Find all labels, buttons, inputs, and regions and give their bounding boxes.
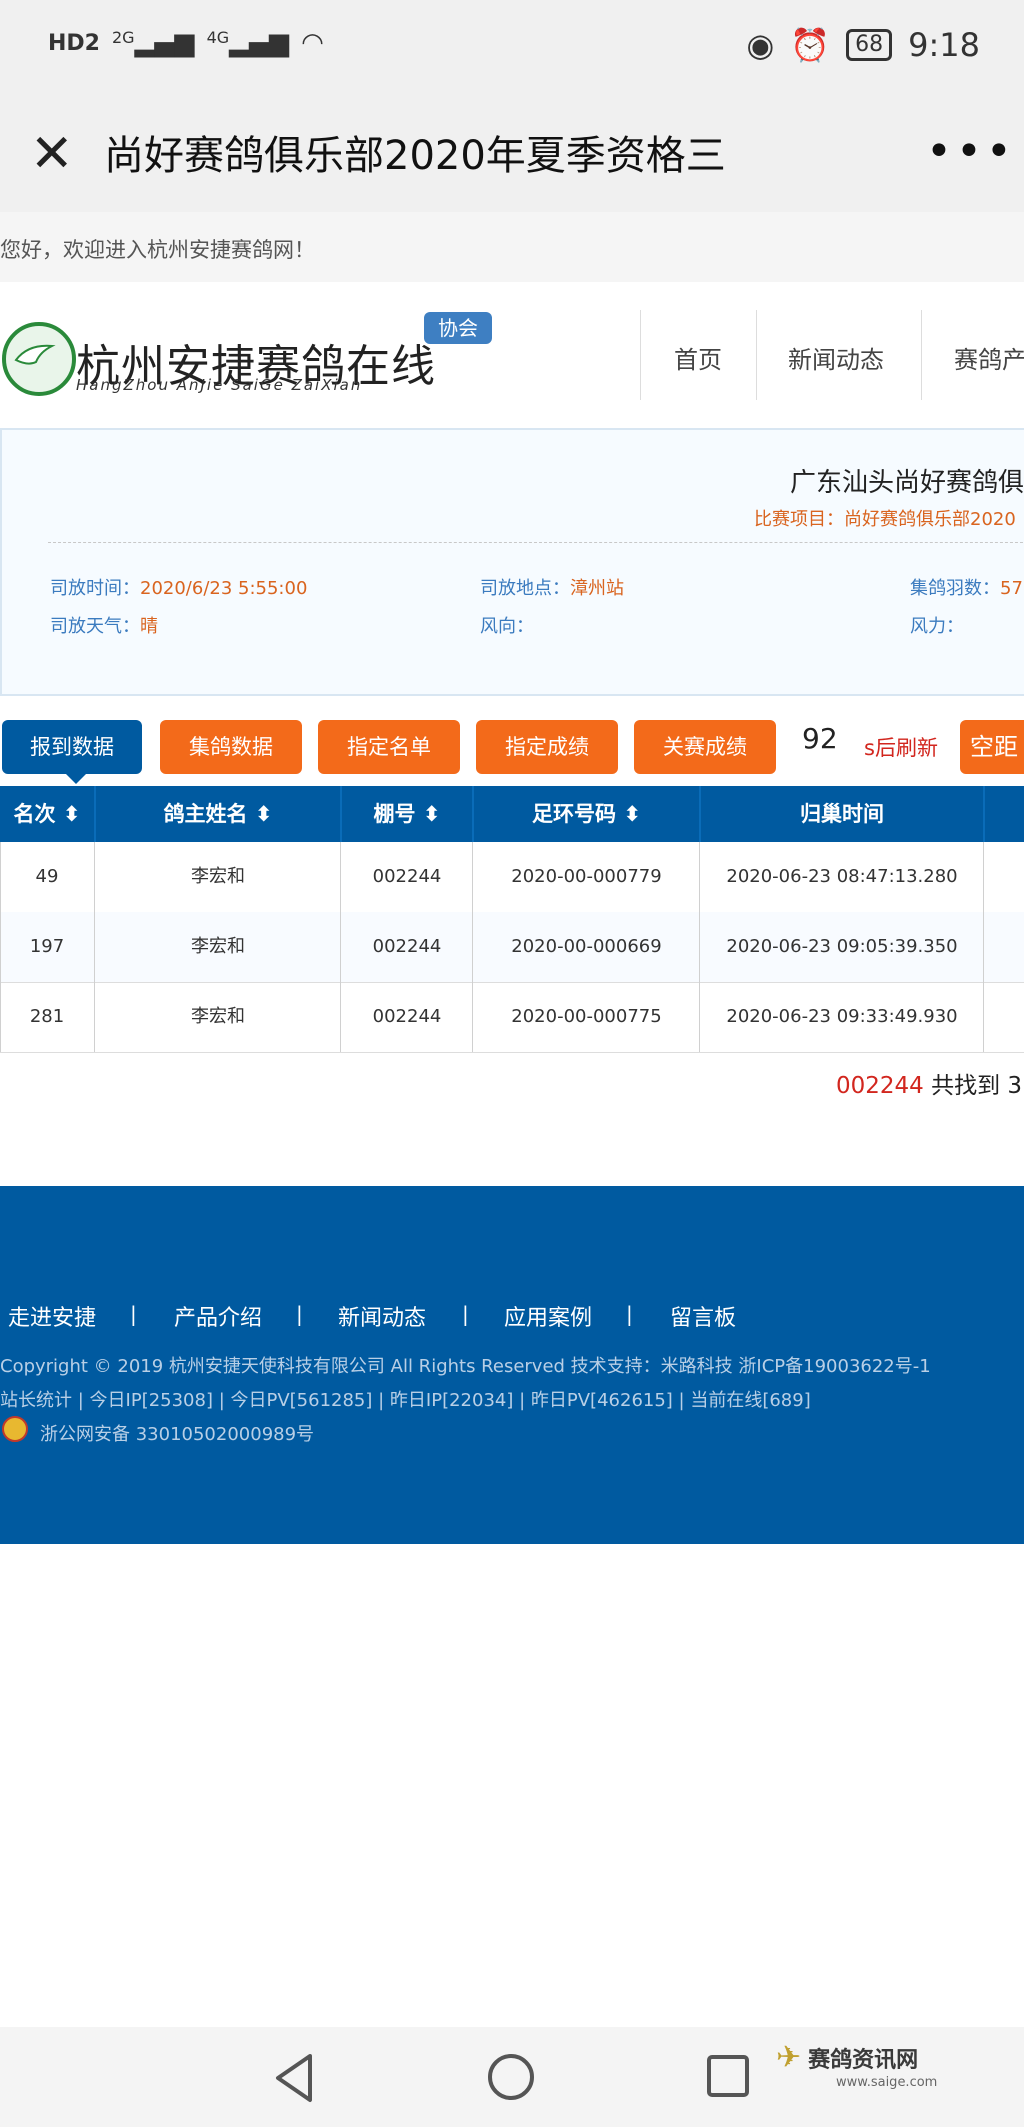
wind-direction: 风向： (480, 616, 534, 637)
tab-final-results[interactable]: 关赛成绩 (634, 720, 776, 774)
signal-2g-icon: 2G▂▄▆ (111, 28, 195, 58)
cell-ring: 2020-00-000779 (511, 866, 662, 887)
tab-designated-list[interactable]: 指定名单 (318, 720, 460, 774)
network-indicators: HD2 2G▂▄▆ 4G▂▄▆ ◠ (48, 28, 324, 58)
footer-copyright: Copyright © 2019 杭州安捷天使科技有限公司 All Rights… (0, 1356, 931, 1377)
col-rank[interactable]: 名次 ⬍ (0, 786, 94, 842)
row-border (983, 842, 984, 1052)
tab-distance[interactable]: 空距 (960, 720, 1024, 774)
footer-link-guestbook[interactable]: 留言板 (670, 1300, 736, 1332)
row-border (472, 842, 473, 1052)
refresh-countdown: 92 (802, 722, 838, 755)
cell-owner: 李宏和 (191, 1006, 245, 1027)
recents-icon[interactable] (706, 2054, 750, 2102)
cell-arrival-time: 2020-06-23 08:47:13.280 (726, 866, 958, 887)
nav-item-products[interactable]: 赛鸽产 (954, 340, 1024, 375)
close-icon[interactable]: ✕ (30, 128, 74, 180)
race-project: 比赛项目：尚好赛鸽俱乐部2020 (754, 509, 1016, 530)
hd-icon: HD2 (48, 30, 100, 56)
cell-rank: 281 (29, 1006, 65, 1027)
welcome-text: 您好，欢迎进入杭州安捷赛鸽网！ (0, 238, 315, 262)
cell-rank: 197 (29, 936, 65, 957)
row-border (94, 842, 95, 1052)
cell-loft: 002244 (372, 936, 442, 957)
row-border (340, 842, 341, 1052)
welcome-bar: 您好，欢迎进入杭州安捷赛鸽网！ (0, 212, 1024, 282)
police-badge-icon (2, 1416, 28, 1442)
watermark-logo: ✈ 赛鸽资讯网 www.saige.com (776, 2040, 937, 2090)
nav-item-home[interactable]: 首页 (674, 340, 722, 375)
tab-designated-results[interactable]: 指定成绩 (476, 720, 618, 774)
col-divider (983, 786, 985, 842)
cell-rank: 49 (35, 866, 59, 887)
search-summary: 002244 共找到 3 (836, 1073, 1023, 1099)
bird-count: 集鸽羽数：57 (910, 578, 1023, 599)
home-icon[interactable] (486, 2052, 536, 2106)
cell-loft: 002244 (372, 1006, 442, 1027)
footer-link-about[interactable]: 走进安捷 (8, 1300, 96, 1332)
watermark-url: www.saige.com (836, 2075, 938, 2090)
nav-divider (921, 310, 922, 400)
footer-stats: 站长统计 | 今日IP[25308] | 今日PV[561285] | 昨日IP… (0, 1390, 811, 1411)
battery-icon: 68 (846, 29, 893, 61)
cell-owner: 李宏和 (191, 866, 245, 887)
status-right: ◉ ⏰ 68 9:18 (746, 26, 980, 64)
pigeon-logo-icon[interactable] (2, 322, 76, 396)
more-icon[interactable]: ••• (926, 126, 1016, 177)
footer-link-news[interactable]: 新闻动态 (338, 1300, 426, 1332)
release-place: 司放地点：漳州站 (480, 578, 624, 599)
signal-4g-icon: 4G▂▄▆ (206, 28, 290, 58)
tab-collect-data[interactable]: 集鸽数据 (160, 720, 302, 774)
col-ring[interactable]: 足环号码 ⬍ (474, 786, 699, 842)
wind-force: 风力： (910, 616, 964, 637)
footer-link-products[interactable]: 产品介绍 (174, 1300, 262, 1332)
col-owner[interactable]: 鸽主姓名 ⬍ (96, 786, 340, 842)
watermark-pigeon-icon: ✈ (776, 2040, 802, 2075)
footer-separator: | (626, 1302, 633, 1326)
cell-arrival-time: 2020-06-23 09:05:39.350 (726, 936, 958, 957)
cell-ring: 2020-00-000669 (511, 936, 662, 957)
nav-divider (640, 310, 641, 400)
col-arrival-time: 归巢时间 (800, 802, 884, 826)
nav-divider (756, 310, 757, 400)
cell-owner: 李宏和 (191, 936, 245, 957)
tab-report-data[interactable]: 报到数据 (2, 720, 142, 774)
eye-icon: ◉ (746, 26, 775, 64)
divider (48, 542, 1024, 543)
col-loft[interactable]: 棚号 ⬍ (342, 786, 472, 842)
watermark-name: 赛鸽资讯网 (808, 2048, 919, 2073)
site-logo-subtext: HangZhou AnJie SaiGe ZaiXian (76, 376, 363, 394)
association-badge: 协会 (424, 312, 492, 344)
nav-item-news[interactable]: 新闻动态 (788, 340, 884, 375)
row-border (699, 842, 700, 1052)
cell-loft: 002244 (372, 866, 442, 887)
footer-police-record[interactable]: 浙公网安备 33010502000989号 (40, 1420, 314, 1446)
release-time: 司放时间：2020/6/23 5:55:00 (50, 578, 308, 599)
active-tab-arrow (66, 774, 86, 784)
footer-separator: | (462, 1302, 469, 1326)
footer-link-cases[interactable]: 应用案例 (504, 1300, 592, 1332)
clock-time: 9:18 (908, 26, 980, 64)
back-icon[interactable] (270, 2052, 318, 2108)
page-title: 尚好赛鸽俱乐部2020年夏季资格三 (104, 133, 726, 179)
refresh-label: s后刷新 (864, 736, 938, 760)
club-name: 广东汕头尚好赛鸽俱 (790, 468, 1024, 498)
cell-arrival-time: 2020-06-23 09:33:49.930 (726, 1006, 958, 1027)
cell-ring: 2020-00-000775 (511, 1006, 662, 1027)
alarm-icon: ⏰ (790, 26, 831, 64)
wifi-icon: ◠ (301, 28, 324, 58)
footer-separator: | (130, 1302, 137, 1326)
release-weather: 司放天气：晴 (50, 616, 158, 637)
footer-separator: | (296, 1302, 303, 1326)
